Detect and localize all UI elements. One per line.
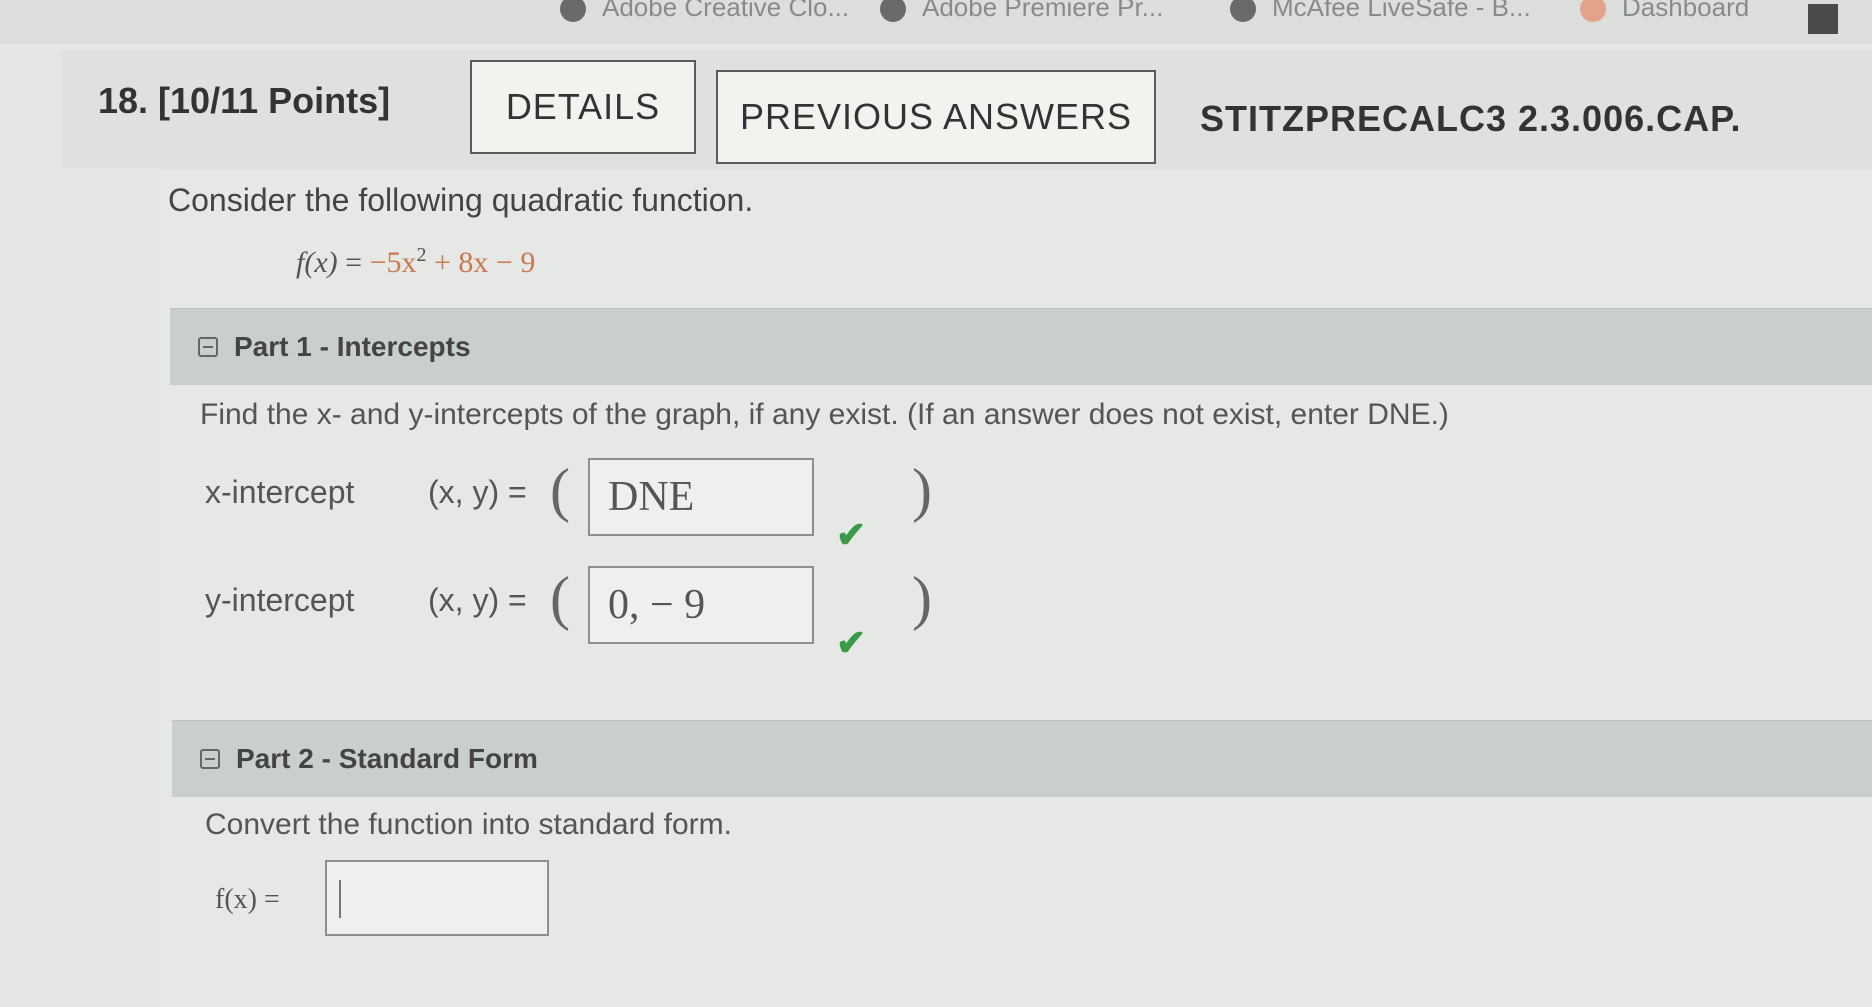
part1-header[interactable]: Part 1 - Intercepts: [170, 308, 1872, 385]
part2-instruction: Convert the function into standard form.: [205, 808, 732, 841]
part2-title: Part 2 - Standard Form: [236, 743, 538, 774]
bookmarks-bar: Adobe Creative Clo... Adobe Premiere Pr.…: [0, 0, 1872, 44]
x-intercept-label: x-intercept: [205, 474, 355, 510]
function-exponent: 2: [416, 244, 427, 266]
function-expression: f(x) = −5x2 + 8x − 9: [296, 244, 535, 280]
course-code: STITZPRECALC3 2.3.006.CAP.: [1200, 98, 1742, 139]
question-number-points: 18. [10/11 Points]: [98, 80, 391, 121]
bookmark-icon: [1230, 0, 1256, 23]
y-intercept-label: y-intercept: [205, 582, 355, 618]
collapse-icon[interactable]: [198, 337, 218, 357]
standard-form-label: f(x) =: [215, 884, 280, 915]
y-open-paren: (: [550, 565, 570, 631]
x-close-paren: ): [912, 457, 932, 523]
part1-instruction: Find the x- and y-intercepts of the grap…: [200, 398, 1449, 431]
y-intercept-xy: (x, y) =: [428, 582, 527, 618]
collapse-icon[interactable]: [200, 749, 220, 769]
part2-header[interactable]: Part 2 - Standard Form: [172, 720, 1872, 797]
function-term2: + 8x − 9: [426, 246, 536, 279]
text-caret: [339, 880, 341, 918]
extension-icon[interactable]: [1808, 2, 1838, 35]
bookmark-mcafee[interactable]: McAfee LiveSafe - B...: [1230, 0, 1531, 23]
question-intro: Consider the following quadratic functio…: [168, 182, 754, 218]
part1-title: Part 1 - Intercepts: [234, 331, 471, 362]
function-equals: =: [337, 246, 370, 279]
y-intercept-input[interactable]: 0, − 9: [588, 566, 814, 644]
dashboard-icon: [1580, 0, 1606, 23]
x-intercept-input[interactable]: DNE: [588, 458, 814, 536]
details-button[interactable]: DETAILS: [470, 60, 696, 154]
bookmark-adobe-premiere[interactable]: Adobe Premiere Pr...: [880, 0, 1163, 23]
bookmark-icon: [880, 0, 906, 23]
correct-check-icon: ✔: [836, 622, 867, 663]
bookmark-dashboard[interactable]: Dashboard: [1580, 0, 1749, 23]
standard-form-input[interactable]: [325, 860, 549, 936]
x-intercept-xy: (x, y) =: [428, 474, 527, 510]
function-lhs: f(x): [296, 246, 338, 279]
y-close-paren: ): [912, 565, 932, 631]
bookmark-icon: [560, 0, 586, 23]
previous-answers-button[interactable]: PREVIOUS ANSWERS: [716, 70, 1156, 164]
x-open-paren: (: [550, 457, 570, 523]
bookmark-adobe-creative-cloud[interactable]: Adobe Creative Clo...: [560, 0, 849, 23]
function-term1: −5x: [369, 246, 417, 279]
correct-check-icon: ✔: [836, 514, 867, 555]
